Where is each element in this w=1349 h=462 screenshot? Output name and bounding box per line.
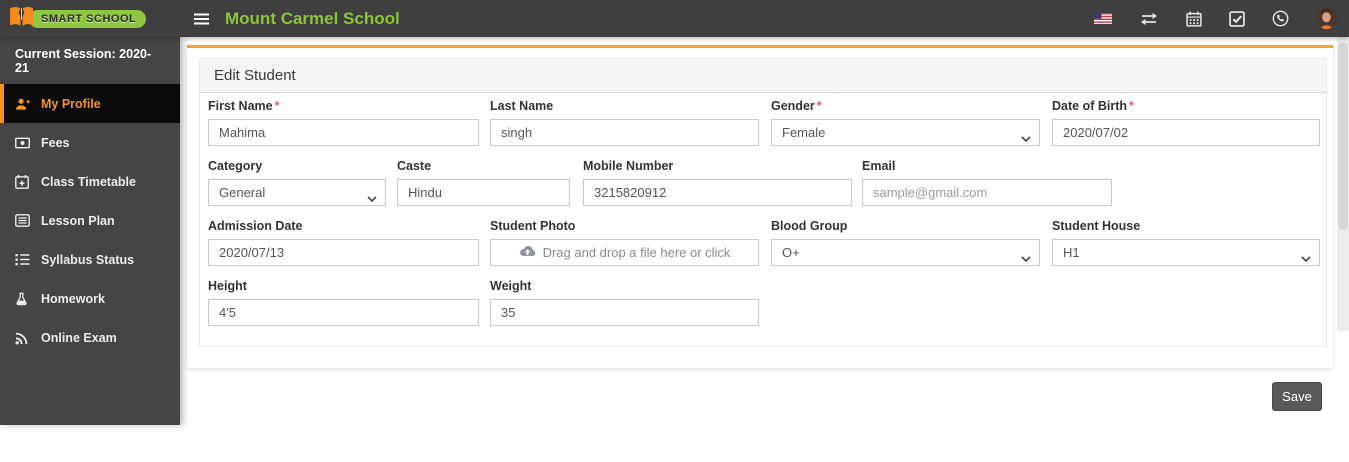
transfer-arrows-icon[interactable] <box>1139 12 1159 26</box>
caste-input[interactable] <box>397 179 570 206</box>
card-title: Edit Student <box>200 59 1326 93</box>
content-panel: Edit Student First Name* Last Name Gende… <box>187 45 1333 368</box>
sidebar-item-label: Syllabus Status <box>41 253 134 267</box>
chevron-down-icon <box>367 190 377 205</box>
student-house-select[interactable]: H1 <box>1052 239 1320 266</box>
height-input[interactable] <box>208 299 479 326</box>
sidebar-item-label: Homework <box>41 292 105 306</box>
list-icon <box>15 253 35 266</box>
gender-field: Gender* Female <box>771 99 1040 146</box>
caste-label: Caste <box>397 159 570 173</box>
last-name-label: Last Name <box>490 99 759 113</box>
sidebar-item-label: Fees <box>41 136 70 150</box>
student-photo-label: Student Photo <box>490 219 759 233</box>
sidebar-item-class-timetable[interactable]: Class Timetable <box>0 162 180 201</box>
admission-date-input[interactable] <box>208 239 479 266</box>
header-icon-group <box>1094 0 1337 37</box>
student-house-label: Student House <box>1052 219 1320 233</box>
scrollbar-thumb[interactable] <box>1338 42 1348 230</box>
top-navbar: SMART SCHOOL Mount Carmel School <box>0 0 1349 37</box>
us-flag-icon[interactable] <box>1094 13 1112 24</box>
sidebar-menu: My Profile Fees Class Timetable Lesson P… <box>0 84 180 357</box>
email-field: Email <box>862 159 1112 206</box>
email-label: Email <box>862 159 1112 173</box>
blood-group-select[interactable]: O+ <box>771 239 1040 266</box>
chevron-down-icon <box>1021 250 1031 265</box>
last-name-field: Last Name <box>490 99 759 146</box>
height-label: Height <box>208 279 479 293</box>
chevron-down-icon <box>1021 130 1031 145</box>
admission-date-field: Admission Date <box>208 219 479 266</box>
calendar-icon[interactable] <box>1186 11 1202 27</box>
money-icon <box>15 137 35 149</box>
weight-field: Weight <box>490 279 759 326</box>
weight-label: Weight <box>490 279 759 293</box>
edit-student-form: First Name* Last Name Gender* Female Dat… <box>200 93 1326 346</box>
admission-date-label: Admission Date <box>208 219 479 233</box>
required-marker: * <box>275 99 280 113</box>
sidebar: Current Session: 2020-21 My Profile Fees… <box>0 37 180 425</box>
mobile-number-field: Mobile Number <box>583 159 852 206</box>
mobile-number-label: Mobile Number <box>583 159 852 173</box>
gender-select[interactable]: Female <box>771 119 1040 146</box>
first-name-input[interactable] <box>208 119 479 146</box>
book-logo-icon <box>8 4 35 34</box>
page-title: Mount Carmel School <box>225 9 400 29</box>
save-button[interactable]: Save <box>1272 382 1322 411</box>
app-logo[interactable]: SMART SCHOOL <box>0 0 180 37</box>
last-name-input[interactable] <box>490 119 759 146</box>
app-window: SMART SCHOOL Mount Carmel School <box>0 0 1349 462</box>
date-of-birth-input[interactable] <box>1052 119 1320 146</box>
email-input[interactable] <box>862 179 1112 206</box>
app-name: SMART SCHOOL <box>29 10 146 28</box>
sidebar-item-label: My Profile <box>41 97 101 111</box>
cloud-upload-icon <box>519 245 536 261</box>
sidebar-item-label: Online Exam <box>41 331 117 345</box>
flask-icon <box>15 292 35 306</box>
required-marker: * <box>1129 99 1134 113</box>
user-plus-icon <box>15 97 35 111</box>
weight-input[interactable] <box>490 299 759 326</box>
sidebar-item-lesson-plan[interactable]: Lesson Plan <box>0 201 180 240</box>
edit-student-card: Edit Student First Name* Last Name Gende… <box>199 58 1327 347</box>
sidebar-item-syllabus-status[interactable]: Syllabus Status <box>0 240 180 279</box>
student-photo-field: Student Photo Drag and drop a file here … <box>490 219 759 266</box>
wifi-icon <box>15 331 35 345</box>
sidebar-item-homework[interactable]: Homework <box>0 279 180 318</box>
sidebar-item-label: Lesson Plan <box>41 214 115 228</box>
chevron-down-icon <box>1301 250 1311 265</box>
category-select[interactable]: General <box>208 179 386 206</box>
sidebar-item-my-profile[interactable]: My Profile <box>0 84 180 123</box>
blood-group-field: Blood Group O+ <box>771 219 1040 266</box>
calendar-plus-icon <box>15 175 35 189</box>
first-name-field: First Name* <box>208 99 479 146</box>
task-check-icon[interactable] <box>1229 11 1245 27</box>
lesson-plan-icon <box>15 214 35 227</box>
blood-group-label: Blood Group <box>771 219 1040 233</box>
date-of-birth-field: Date of Birth* <box>1052 99 1320 146</box>
user-avatar[interactable] <box>1316 8 1337 29</box>
required-marker: * <box>817 99 822 113</box>
first-name-label: First Name* <box>208 99 479 113</box>
category-label: Category <box>208 159 386 173</box>
sidebar-item-fees[interactable]: Fees <box>0 123 180 162</box>
gender-label: Gender* <box>771 99 1040 113</box>
sidebar-item-label: Class Timetable <box>41 175 136 189</box>
scrollbar[interactable] <box>1337 37 1349 331</box>
mobile-number-input[interactable] <box>583 179 852 206</box>
sidebar-item-online-exam[interactable]: Online Exam <box>0 318 180 357</box>
date-of-birth-label: Date of Birth* <box>1052 99 1320 113</box>
current-session-label: Current Session: 2020-21 <box>0 37 180 84</box>
caste-field: Caste <box>397 159 570 206</box>
category-field: Category General <box>208 159 386 206</box>
student-photo-dropzone[interactable]: Drag and drop a file here or click <box>490 239 759 266</box>
height-field: Height <box>208 279 479 326</box>
student-house-field: Student House H1 <box>1052 219 1320 266</box>
whatsapp-icon[interactable] <box>1272 10 1289 27</box>
menu-icon[interactable] <box>194 13 209 25</box>
